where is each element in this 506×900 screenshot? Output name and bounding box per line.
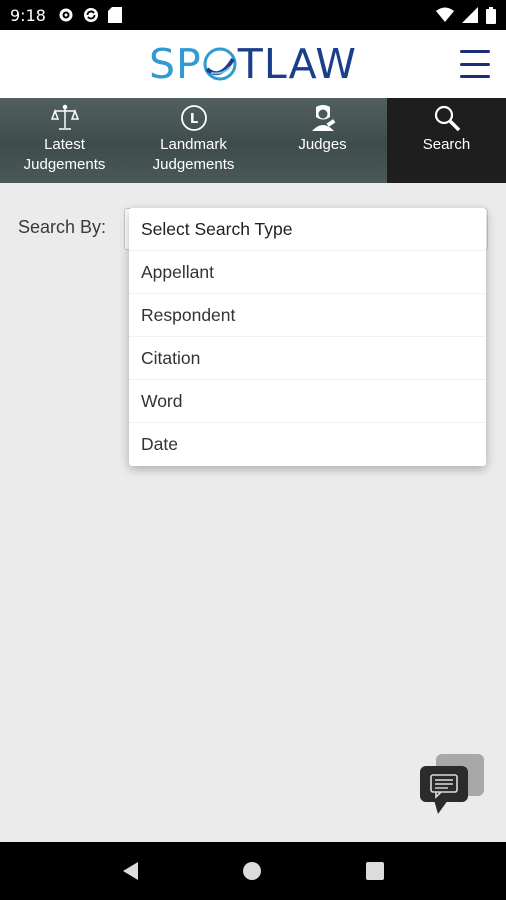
cell-signal-icon bbox=[462, 7, 478, 23]
dropdown-option-date[interactable]: Date bbox=[129, 423, 486, 466]
wifi-icon bbox=[436, 7, 454, 22]
chat-icon[interactable] bbox=[418, 754, 486, 818]
tab-label-line2: Judgements bbox=[23, 156, 106, 173]
logo-swirl-icon bbox=[203, 47, 237, 81]
search-type-dropdown: Select Search Type Appellant Respondent … bbox=[129, 208, 486, 466]
back-icon[interactable] bbox=[122, 862, 138, 880]
landmark-l-icon: L bbox=[180, 105, 207, 131]
tab-label-line1: Landmark bbox=[160, 136, 227, 153]
status-bar: 9:18 bbox=[0, 0, 506, 30]
sd-card-icon bbox=[107, 7, 122, 23]
battery-icon bbox=[486, 6, 496, 24]
tab-landmark-judgements[interactable]: L Landmark Judgements bbox=[129, 98, 258, 183]
spotlaw-logo: SP TLAW bbox=[149, 40, 357, 88]
tab-judges[interactable]: Judges bbox=[258, 98, 387, 183]
hamburger-menu-icon[interactable] bbox=[460, 50, 490, 78]
system-nav-bar bbox=[0, 842, 506, 900]
tab-label-line2: Judgements bbox=[152, 156, 235, 173]
tab-latest-judgements[interactable]: Latest Judgements bbox=[0, 98, 129, 183]
scales-icon bbox=[50, 104, 79, 130]
tab-label: Search bbox=[422, 136, 471, 153]
dropdown-option-word[interactable]: Word bbox=[129, 380, 486, 423]
dropdown-option-respondent[interactable]: Respondent bbox=[129, 294, 486, 337]
main-nav: Latest Judgements L Landmark Judgements … bbox=[0, 98, 506, 183]
app-header: SP TLAW bbox=[0, 30, 506, 98]
judge-icon bbox=[311, 105, 335, 131]
settings-icon bbox=[59, 8, 73, 22]
search-by-label: Search By: bbox=[18, 217, 107, 237]
home-icon[interactable] bbox=[242, 862, 261, 880]
search-icon bbox=[434, 105, 460, 132]
svg-text:L: L bbox=[189, 112, 197, 127]
tab-search[interactable]: Search bbox=[387, 98, 506, 183]
tab-label: Judges bbox=[298, 136, 347, 153]
recent-apps-icon[interactable] bbox=[365, 862, 384, 880]
sync-icon bbox=[83, 8, 98, 22]
dropdown-option-citation[interactable]: Citation bbox=[129, 337, 486, 380]
dropdown-option-appellant[interactable]: Appellant bbox=[129, 251, 486, 294]
dropdown-option-placeholder[interactable]: Select Search Type bbox=[129, 208, 486, 251]
status-time: 9:18 bbox=[10, 5, 46, 25]
tab-label-line1: Latest bbox=[44, 136, 85, 153]
